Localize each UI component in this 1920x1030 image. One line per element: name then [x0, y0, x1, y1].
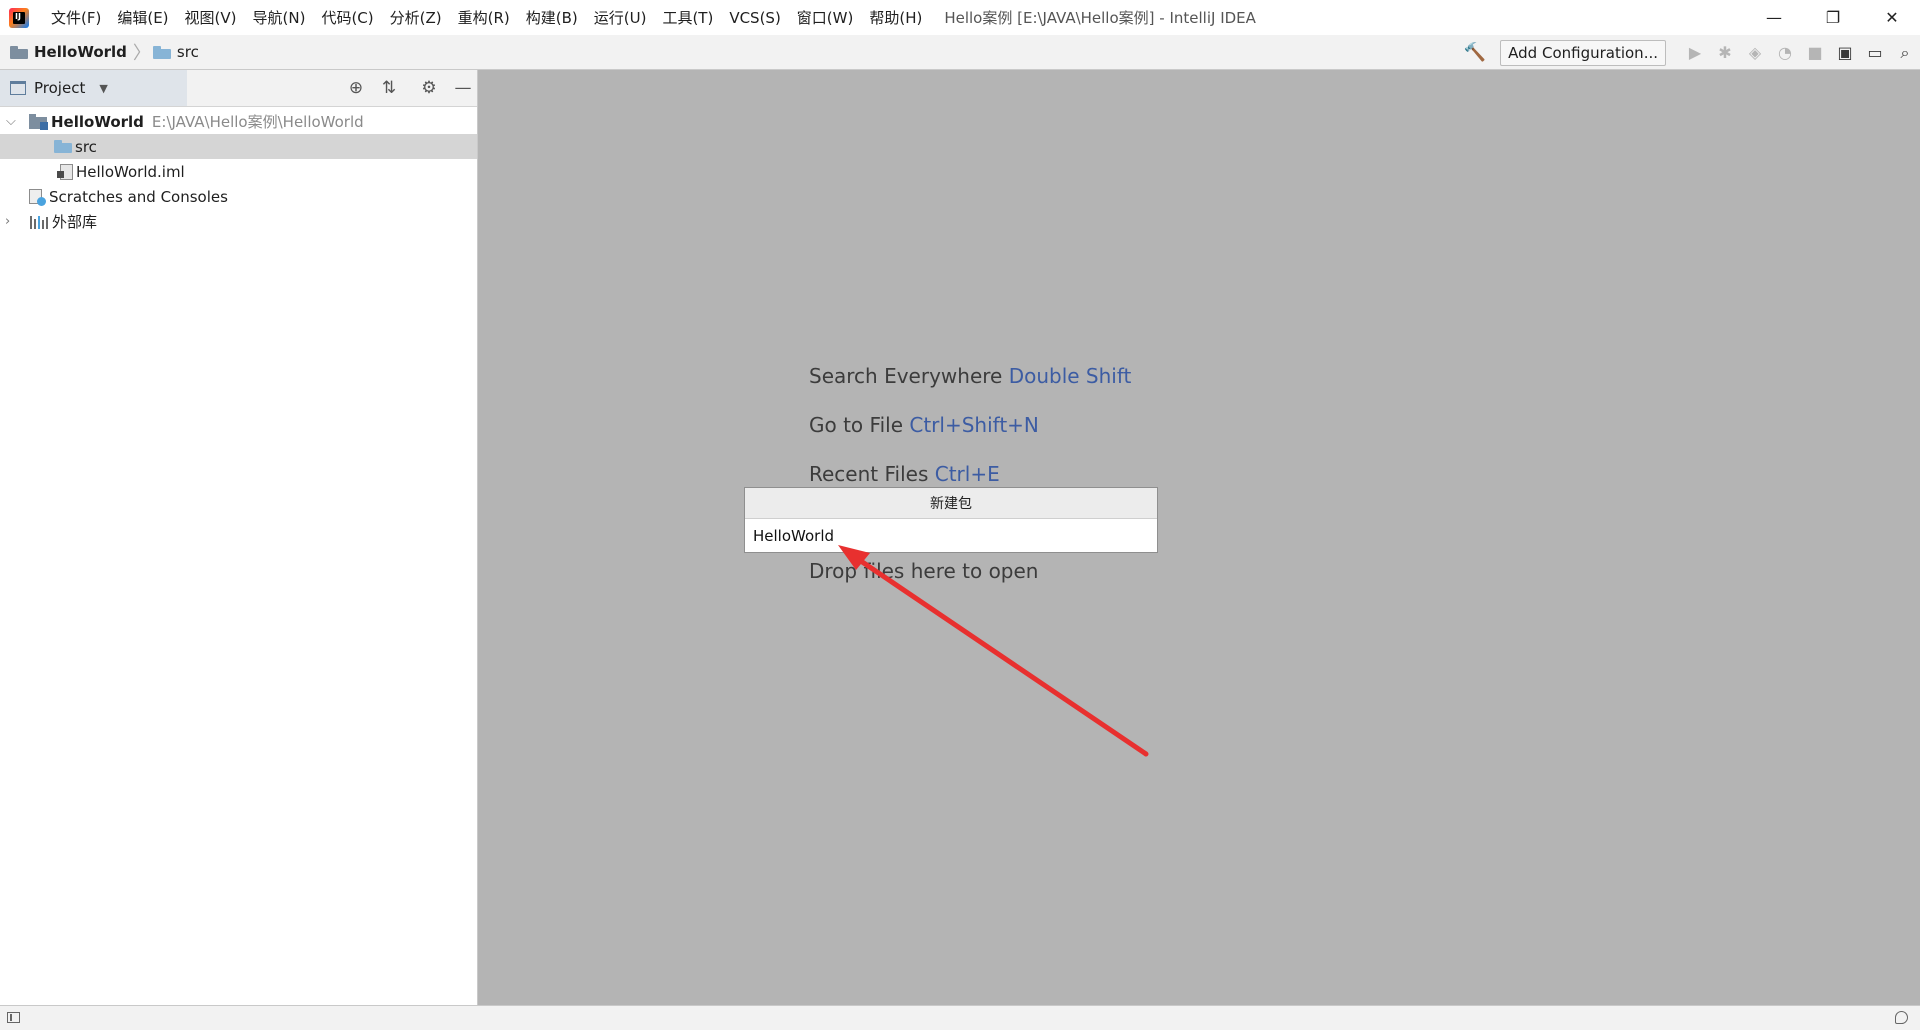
- editor-area[interactable]: Search Everywhere Double Shift Go to Fil…: [478, 70, 1920, 1005]
- toolbar-right: 🔨 Add Configuration... ▶ ✱ ◈ ◔ ■ ▣ ▭ ⌕: [1464, 35, 1920, 70]
- menu-view[interactable]: 视图(V): [177, 7, 245, 28]
- navigation-bar: HelloWorld 〉 src 🔨 Add Configuration... …: [0, 35, 1920, 70]
- tree-item-scratches-label: Scratches and Consoles: [49, 187, 228, 206]
- menu-navigate[interactable]: 导航(N): [245, 7, 314, 28]
- status-bar: [0, 1005, 1920, 1030]
- coverage-icon[interactable]: ◈: [1740, 43, 1770, 62]
- minimize-button[interactable]: —: [1746, 0, 1802, 35]
- hint-shortcut: Ctrl+Shift+N: [909, 413, 1039, 437]
- project-panel-header: Project ▼ ⊕ ⇅ ⚙ —: [0, 70, 477, 107]
- project-panel-title: Project: [34, 79, 86, 97]
- gear-icon[interactable]: ⚙: [415, 70, 443, 106]
- source-folder-icon: [152, 45, 171, 59]
- menu-refactor[interactable]: 重构(R): [450, 7, 518, 28]
- tree-item-iml-label: HelloWorld.iml: [76, 162, 185, 181]
- tree-item-scratches[interactable]: Scratches and Consoles: [0, 184, 477, 209]
- terminal-icon[interactable]: ▭: [1860, 43, 1890, 62]
- tree-item-module-path: E:\JAVA\Hello案例\HelloWorld: [151, 113, 364, 131]
- library-icon: [30, 215, 48, 229]
- project-view-selector[interactable]: Project ▼: [0, 70, 187, 106]
- hint-drop-files: Drop files here to open: [809, 559, 1038, 583]
- menu-window[interactable]: 窗口(W): [789, 7, 862, 28]
- tree-item-src[interactable]: src: [0, 134, 477, 159]
- hide-panel-icon[interactable]: —: [449, 70, 477, 106]
- title-bar: IJ 文件(F) 编辑(E) 视图(V) 导航(N) 代码(C) 分析(Z) 重…: [0, 0, 1920, 35]
- event-log-icon[interactable]: [1895, 1011, 1908, 1024]
- breadcrumb-module-label: HelloWorld: [34, 43, 127, 61]
- scratches-icon: [28, 188, 46, 206]
- hint-shortcut: Double Shift: [1008, 364, 1132, 388]
- project-panel-icon: [10, 81, 26, 95]
- collapse-all-icon[interactable]: ⇅: [375, 70, 403, 106]
- chevron-right-icon[interactable]: ›: [5, 214, 10, 229]
- intellij-logo-icon: IJ: [9, 7, 29, 28]
- project-panel: Project ▼ ⊕ ⇅ ⚙ — ⌵ HelloWorld E:\JAVA\H…: [0, 70, 478, 1005]
- package-name-input[interactable]: [745, 519, 1157, 552]
- tree-item-external-libraries-label: 外部库: [52, 213, 98, 231]
- tree-item-src-label: src: [75, 137, 97, 156]
- hint-text: Search Everywhere: [809, 364, 1003, 388]
- hint-shortcut: Ctrl+E: [934, 462, 1000, 486]
- tree-item-external-libraries[interactable]: › 外部库: [0, 209, 477, 234]
- breadcrumb-module[interactable]: HelloWorld: [10, 43, 127, 61]
- tree-item-module[interactable]: ⌵ HelloWorld E:\JAVA\Hello案例\HelloWorld: [0, 109, 477, 134]
- menu-help[interactable]: 帮助(H): [861, 7, 930, 28]
- breadcrumb-src-label: src: [176, 43, 199, 61]
- menu-vcs[interactable]: VCS(S): [721, 9, 788, 27]
- menu-edit[interactable]: 编辑(E): [109, 7, 176, 28]
- hint-text: Drop files here to open: [809, 559, 1039, 583]
- add-configuration-button[interactable]: Add Configuration...: [1500, 39, 1666, 66]
- breadcrumb-separator-icon: 〉: [132, 43, 151, 64]
- hint-search-everywhere: Search Everywhere Double Shift: [809, 364, 1131, 388]
- menu-code[interactable]: 代码(C): [313, 7, 381, 28]
- module-icon: [29, 114, 48, 130]
- hint-text: Go to File: [809, 413, 903, 437]
- new-package-popup: 新建包: [744, 487, 1158, 553]
- restore-button[interactable]: ❐: [1805, 0, 1861, 35]
- debug-icon[interactable]: ✱: [1710, 43, 1740, 62]
- hint-text: Recent Files: [809, 462, 929, 486]
- hint-recent-files: Recent Files Ctrl+E: [809, 462, 1000, 486]
- tree-item-iml[interactable]: HelloWorld.iml: [0, 159, 477, 184]
- locate-file-icon[interactable]: ⊕: [342, 70, 370, 106]
- menu-tools[interactable]: 工具(T): [654, 7, 721, 28]
- menu-build[interactable]: 构建(B): [518, 7, 586, 28]
- run-icon[interactable]: ▶: [1680, 43, 1710, 62]
- project-structure-icon[interactable]: ▣: [1830, 43, 1860, 62]
- tree-item-module-label: HelloWorld: [51, 112, 144, 131]
- hint-go-to-file: Go to File Ctrl+Shift+N: [809, 413, 1039, 437]
- module-folder-icon: [10, 45, 28, 59]
- popup-title: 新建包: [745, 488, 1157, 519]
- build-hammer-icon[interactable]: 🔨: [1464, 42, 1486, 63]
- window-title: Hello案例 [E:\JAVA\Hello案例] - IntelliJ IDE…: [944, 9, 1256, 27]
- source-folder-icon: [54, 140, 72, 153]
- menu-analyze[interactable]: 分析(Z): [382, 7, 450, 28]
- breadcrumb-src[interactable]: src: [152, 43, 199, 61]
- close-button[interactable]: ✕: [1864, 0, 1920, 35]
- chevron-down-icon: ▼: [99, 81, 108, 95]
- menu-run[interactable]: 运行(U): [586, 7, 655, 28]
- tool-windows-toggle-icon[interactable]: [7, 1012, 20, 1023]
- menu-file[interactable]: 文件(F): [43, 7, 109, 28]
- profile-icon[interactable]: ◔: [1770, 43, 1800, 62]
- module-file-icon: [57, 163, 73, 180]
- search-icon[interactable]: ⌕: [1890, 43, 1920, 63]
- stop-icon[interactable]: ■: [1800, 43, 1830, 62]
- chevron-down-icon[interactable]: ⌵: [6, 114, 16, 129]
